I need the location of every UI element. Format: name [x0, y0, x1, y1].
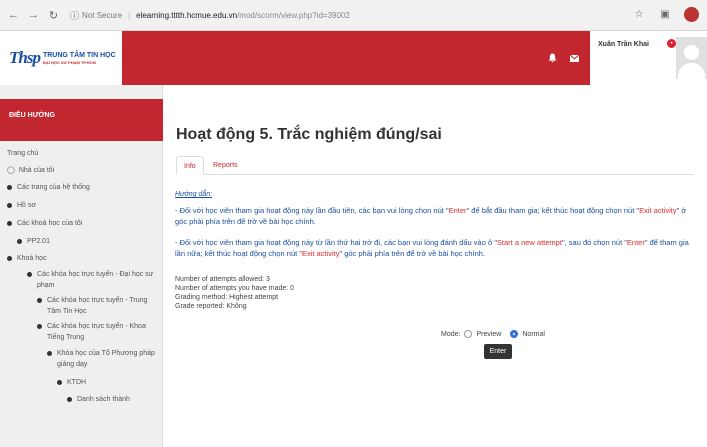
sidebar-item-label: Các khóa học trực tuyến - Khoa Tiếng Tru… — [47, 323, 146, 341]
sidebar-item-label: Các khoá học của tôi — [17, 220, 83, 227]
expand-bullet-icon — [7, 203, 12, 208]
mode-preview-label[interactable]: Preview — [476, 331, 501, 338]
expand-bullet-icon — [37, 298, 42, 303]
sidebar-item-label: Các khóa học trực tuyến - Trung Tâm Tin … — [47, 297, 148, 315]
sidebar-item-my-home[interactable]: ◯ Nhà của tôi — [7, 165, 54, 176]
sidebar-item-methods-group[interactable]: Khóa học của Tổ Phương pháp giảng dạy — [47, 348, 155, 370]
sidebar-item-online-chinese[interactable]: Các khóa học trực tuyến - Khoa Tiếng Tru… — [37, 321, 155, 343]
attempts-made: Number of attempts you have made: 0 — [175, 285, 295, 292]
sidebar-item-label: Hồ sơ — [17, 202, 36, 209]
sidebar-item-label: Khóa học của Tổ Phương pháp giảng dạy — [57, 350, 155, 368]
address-bar[interactable]: ⓘ Not Secure | elearning.tttth.hcmue.edu… — [70, 5, 630, 25]
user-name: Xuân Trần Khai — [598, 41, 649, 48]
sidebar-item-label: Các khóa học trực tuyến - Đại học sư phạ… — [37, 271, 154, 289]
bell-icon[interactable] — [547, 53, 557, 63]
mode-label: Mode: — [441, 330, 461, 338]
sidebar-item-participants[interactable]: Danh sách thành — [67, 394, 130, 405]
sidebar-item-site-pages[interactable]: Các trang của hệ thống — [7, 182, 90, 193]
extensions-icon[interactable]: ▣ — [658, 8, 672, 22]
logo-mark: Thsp — [9, 48, 41, 67]
sidebar-item-label: Các trang của hệ thống — [17, 184, 90, 191]
sidebar-item-label: Nhà của tôi — [18, 167, 55, 174]
forward-arrow-icon[interactable]: → — [27, 9, 40, 22]
url-path: /mod/scorm/view.php?id=39002 — [237, 10, 350, 20]
enter-button[interactable]: Enter — [484, 344, 512, 359]
guide-heading: Hướng dẫn: — [175, 191, 213, 198]
expand-bullet-icon — [7, 185, 12, 190]
navigation-heading-label: ĐIỀU HƯỚNG — [9, 112, 56, 119]
instruction-repeat: - Đối với học viên tham gia hoạt động nà… — [175, 238, 689, 258]
url-host: elearning.tttth.hcmue.edu.vn — [136, 10, 238, 20]
expand-bullet-icon — [57, 380, 62, 385]
grading-method: Grading method: Highest attempt — [175, 294, 279, 301]
sidebar-item-label: KTDH — [67, 379, 87, 386]
mode-normal-label[interactable]: Normal — [522, 331, 545, 338]
sidebar-item-label: Danh sách thành — [77, 396, 130, 403]
tab-reports[interactable]: Reports — [206, 156, 245, 175]
brand-subtitle: ĐẠI HỌC SƯ PHẠM TP.HCM — [42, 59, 96, 65]
address-separator: | — [128, 10, 131, 20]
grade-reported: Grade reported: Không — [175, 303, 247, 310]
sidebar-item-online-university[interactable]: Các khóa học trực tuyến - Đại học sư phạ… — [27, 269, 155, 291]
info-icon[interactable]: ⓘ — [70, 9, 79, 22]
reload-icon[interactable]: ↻ — [47, 9, 60, 22]
attempts-allowed: Number of attempts allowed: 3 — [175, 276, 270, 283]
sidebar-item-profile[interactable]: Hồ sơ — [7, 200, 36, 211]
expand-bullet-icon — [17, 239, 22, 244]
mode-selector: Mode: Preview Normal — [441, 330, 545, 338]
profile-icon[interactable] — [684, 7, 699, 22]
instruction-first-time: - Đối với học viên tham gia hoạt động nà… — [175, 206, 687, 226]
page-title: Hoạt động 5. Trắc nghiệm đúng/sai — [176, 126, 442, 143]
sidebar-item-home[interactable]: Trang chủ — [7, 148, 38, 159]
brand-name: TRUNG TÂM TIN HỌC — [42, 51, 116, 59]
expand-bullet-icon — [27, 272, 32, 277]
sidebar-item-ktdh[interactable]: KTDH — [57, 377, 86, 388]
site-header: Thsp TRUNG TÂM TIN HỌC ĐẠI HỌC SƯ PHẠM T… — [0, 31, 707, 85]
avatar[interactable] — [676, 37, 707, 79]
user-menu-toggle-icon[interactable]: • — [667, 39, 676, 48]
back-arrow-icon[interactable]: ← — [7, 9, 20, 22]
site-logo[interactable]: Thsp TRUNG TÂM TIN HỌC ĐẠI HỌC SƯ PHẠM T… — [0, 31, 122, 85]
mode-normal-radio[interactable] — [510, 330, 519, 338]
sidebar-item-online-it-center[interactable]: Các khóa học trực tuyến - Trung Tâm Tin … — [37, 295, 155, 317]
sidebar-item-label: Trang chủ — [7, 150, 39, 157]
sidebar-item-label: Khoá học — [17, 255, 47, 262]
star-icon[interactable]: ☆ — [632, 8, 646, 22]
user-menu[interactable]: Xuân Trần Khai • — [590, 31, 707, 85]
expand-bullet-icon — [67, 397, 72, 402]
expand-bullet-icon — [37, 324, 42, 329]
message-icon[interactable] — [569, 53, 579, 63]
mode-preview-radio[interactable] — [464, 330, 473, 338]
navigation-heading: ĐIỀU HƯỚNG — [0, 99, 163, 141]
attempt-info: Number of attempts allowed: 3 Number of … — [175, 275, 294, 311]
sidebar-item-label: PP2.01 — [27, 238, 50, 245]
expand-bullet-icon — [47, 351, 52, 356]
main-content: Hoạt động 5. Trắc nghiệm đúng/sai Info R… — [163, 85, 707, 447]
expand-bullet-icon — [7, 221, 12, 226]
sidebar-item-pp201[interactable]: PP2.01 — [17, 236, 50, 247]
sidebar-item-courses[interactable]: Khoá học — [7, 253, 47, 264]
speech-bubble-icon: ◯ — [7, 167, 15, 174]
tab-info[interactable]: Info — [176, 156, 204, 175]
tab-bar: Info Reports — [176, 156, 694, 175]
expand-bullet-icon — [7, 256, 12, 261]
browser-toolbar: ← → ↻ ⓘ Not Secure | elearning.tttth.hcm… — [0, 0, 707, 31]
navigation-sidebar: ĐIỀU HƯỚNG Trang chủ ◯ Nhà của tôi Các t… — [0, 85, 163, 447]
security-label: Not Secure — [82, 10, 123, 20]
sidebar-item-my-courses[interactable]: Các khoá học của tôi — [7, 218, 82, 229]
